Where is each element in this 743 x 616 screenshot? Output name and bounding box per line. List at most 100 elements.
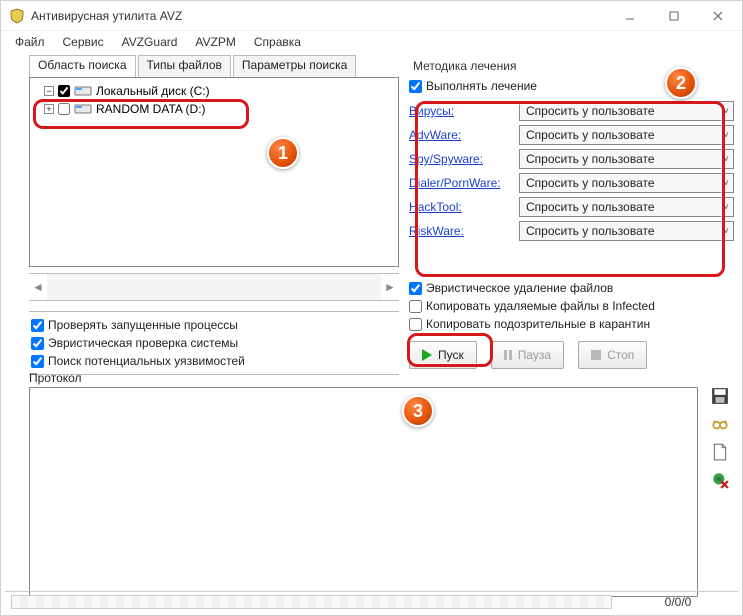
select-virus-value: Спросить у пользовате: [526, 104, 655, 118]
progress-bar: [11, 595, 612, 609]
chk-perform[interactable]: [409, 80, 422, 93]
chk-rc2-label: Копировать удаляемые файлы в Infected: [426, 299, 655, 313]
tree-collapse-icon[interactable]: −: [44, 86, 54, 96]
chk-perform-label: Выполнять лечение: [426, 79, 537, 93]
document-icon[interactable]: [711, 443, 729, 461]
select-dialer[interactable]: Спросить у пользовате ˅: [519, 173, 734, 193]
stop-label: Стоп: [607, 348, 634, 362]
scroll-left-icon[interactable]: ◄: [29, 274, 47, 300]
select-dialer-value: Спросить у пользовате: [526, 176, 655, 190]
menu-service[interactable]: Сервис: [55, 33, 112, 51]
annotation-badge-1: 1: [267, 137, 299, 169]
stop-icon: [591, 350, 601, 360]
drive-icon: [74, 103, 92, 115]
select-riskware[interactable]: Спросить у пользовате ˅: [519, 221, 734, 241]
link-dialer[interactable]: Dialer/PornWare:: [409, 176, 513, 190]
select-spyware-value: Спросить у пользовате: [526, 152, 655, 166]
menu-avzpm[interactable]: AVZPM: [187, 33, 243, 51]
chk-heur[interactable]: [31, 337, 44, 350]
pause-label: Пауза: [518, 348, 551, 362]
app-icon: [9, 8, 25, 24]
start-label: Пуск: [438, 348, 464, 362]
annotation-badge-3: 3: [402, 395, 434, 427]
drive-d-label: RANDOM DATA (D:): [96, 102, 206, 116]
menu-file[interactable]: Файл: [7, 33, 53, 51]
select-adware-value: Спросить у пользовате: [526, 128, 655, 142]
chevron-down-icon: ˅: [723, 130, 729, 141]
left-options: Проверять запущенные процессы Эвристичес…: [29, 311, 399, 375]
stop-button[interactable]: Стоп: [578, 341, 647, 369]
minimize-button[interactable]: [608, 2, 652, 30]
check-running-processes[interactable]: Проверять запущенные процессы: [31, 316, 397, 334]
status-counter: 0/0/0: [618, 595, 738, 609]
chk-vuln-label: Поиск потенциальных уязвимостей: [48, 354, 245, 368]
drive-icon: [74, 85, 92, 97]
chk-rc1[interactable]: [409, 282, 422, 295]
select-adware[interactable]: Спросить у пользовате ˅: [519, 125, 734, 145]
app-window: Антивирусная утилита AVZ Файл Сервис AVZ…: [0, 0, 743, 616]
maximize-button[interactable]: [652, 2, 696, 30]
drive-d-checkbox[interactable]: [58, 103, 70, 115]
link-adware[interactable]: AdvWare:: [409, 128, 513, 142]
row-hacktool: HackTool: Спросить у пользовате˅: [409, 195, 734, 219]
tab-scan-area[interactable]: Область поиска: [29, 55, 136, 77]
pause-button[interactable]: Пауза: [491, 341, 564, 369]
drive-c-label: Локальный диск (C:): [96, 84, 210, 98]
row-riskware: RiskWare: Спросить у пользовате ˅: [409, 219, 734, 243]
link-spyware[interactable]: Spy/Spyware:: [409, 152, 513, 166]
close-button[interactable]: [696, 2, 740, 30]
protocol-label: Протокол: [29, 371, 82, 385]
chk-proc-label: Проверять запущенные процессы: [48, 318, 238, 332]
select-riskware-value: Спросить у пользовате: [526, 224, 655, 238]
chk-rc2[interactable]: [409, 300, 422, 313]
scroll-right-icon[interactable]: ►: [381, 274, 399, 300]
drive-tree[interactable]: − Локальный диск (C:) + RANDOM DATA (D:): [29, 77, 399, 267]
window-controls: [608, 2, 740, 30]
side-toolbar: [708, 387, 732, 489]
check-vulnerabilities[interactable]: Поиск потенциальных уязвимостей: [31, 352, 397, 370]
right-options: Эвристическое удаление файлов Копировать…: [409, 279, 734, 333]
select-virus[interactable]: Спросить у пользовате˅: [519, 101, 734, 121]
pause-icon: [504, 350, 512, 360]
check-heuristic-delete[interactable]: Эвристическое удаление файлов: [409, 279, 734, 297]
drive-c-checkbox[interactable]: [58, 85, 70, 97]
link-virus[interactable]: Вирусы:: [409, 104, 513, 118]
chk-rc1-label: Эвристическое удаление файлов: [426, 281, 613, 295]
menu-avzguard[interactable]: AVZGuard: [114, 33, 186, 51]
chevron-down-icon: ˅: [723, 178, 729, 189]
link-hacktool[interactable]: HackTool:: [409, 200, 513, 214]
chevron-down-icon: ˅: [723, 226, 729, 237]
drive-row-d[interactable]: + RANDOM DATA (D:): [34, 100, 394, 118]
select-hacktool[interactable]: Спросить у пользовате˅: [519, 197, 734, 217]
save-icon[interactable]: [711, 387, 729, 405]
chevron-down-icon: ˅: [723, 202, 729, 213]
menu-help[interactable]: Справка: [246, 33, 309, 51]
link-riskware[interactable]: RiskWare:: [409, 224, 513, 238]
globe-cross-icon[interactable]: [711, 471, 729, 489]
row-dialer: Dialer/PornWare: Спросить у пользовате ˅: [409, 171, 734, 195]
check-heuristic-system[interactable]: Эвристическая проверка системы: [31, 334, 397, 352]
start-button[interactable]: Пуск: [409, 341, 477, 369]
chk-proc[interactable]: [31, 319, 44, 332]
drive-row-c[interactable]: − Локальный диск (C:): [34, 82, 394, 100]
glasses-icon[interactable]: [711, 415, 729, 433]
annotation-badge-2: 2: [665, 67, 697, 99]
chk-vuln[interactable]: [31, 355, 44, 368]
chevron-down-icon: ˅: [723, 154, 729, 165]
row-virus: Вирусы: Спросить у пользовате˅: [409, 99, 734, 123]
check-copy-quarantine[interactable]: Копировать подозрительные в карантин: [409, 315, 734, 333]
scroll-track[interactable]: [47, 274, 381, 300]
tab-file-types[interactable]: Типы файлов: [138, 55, 231, 77]
treatment-box: Выполнять лечение Вирусы: Спросить у пол…: [409, 77, 734, 243]
row-spyware: Spy/Spyware: Спросить у пользовате ˅: [409, 147, 734, 171]
tree-expand-icon[interactable]: +: [44, 104, 54, 114]
titlebar: Антивирусная утилита AVZ: [1, 1, 742, 31]
tab-search-params[interactable]: Параметры поиска: [233, 55, 356, 77]
chk-rc3[interactable]: [409, 318, 422, 331]
select-spyware[interactable]: Спросить у пользовате ˅: [519, 149, 734, 169]
left-tabs: Область поиска Типы файлов Параметры пои…: [29, 55, 399, 77]
horizontal-scrollbar[interactable]: ◄ ►: [29, 273, 399, 301]
protocol-log[interactable]: [29, 387, 698, 597]
check-copy-infected[interactable]: Копировать удаляемые файлы в Infected: [409, 297, 734, 315]
left-pane: Область поиска Типы файлов Параметры пои…: [29, 55, 399, 77]
